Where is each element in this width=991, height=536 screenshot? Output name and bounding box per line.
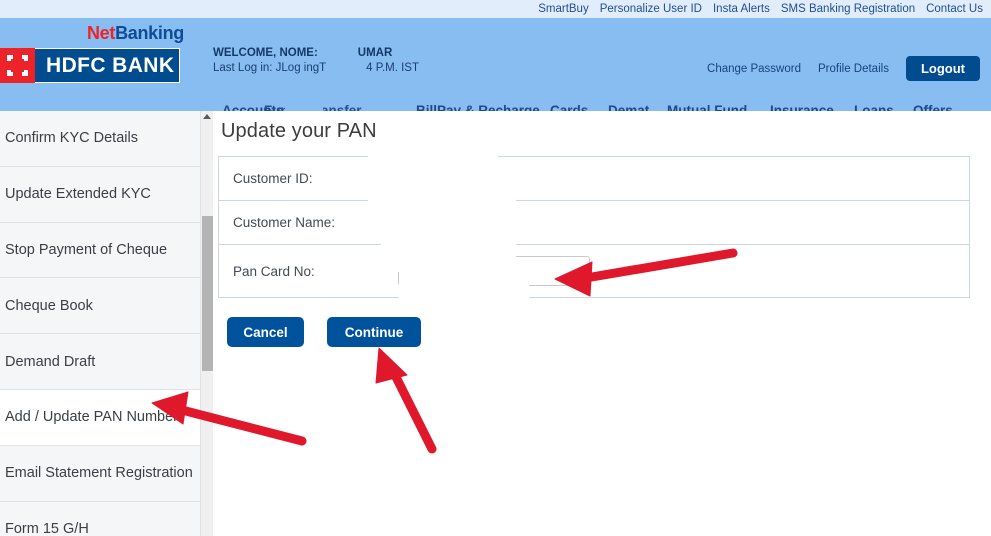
hdfc-bank-name: HDFC BANK	[46, 53, 175, 77]
sidebar-item-label: Update Extended KYC	[5, 186, 151, 203]
customer-name-value: NA	[384, 215, 403, 230]
pan-form-table: Customer ID: Customer Name: NA Pan Card …	[218, 156, 970, 298]
welcome-user-surname: UMAR	[357, 47, 393, 59]
netbanking-banking-text: Banking	[115, 23, 184, 43]
sidebar-item-stop-payment-of-cheque[interactable]: Stop Payment of Cheque	[0, 222, 200, 279]
left-sidebar-menu: Confirm KYC Details Update Extended KYC …	[0, 111, 200, 536]
form-actions: Cancel Continue	[227, 317, 421, 347]
sidebar-item-add-update-pan-number[interactable]: Add / Update PAN Number	[0, 389, 200, 446]
sidebar-item-form-15-gh[interactable]: Form 15 G/H	[0, 501, 200, 536]
logout-button[interactable]: Logout	[905, 56, 980, 81]
sidebar-item-cheque-book[interactable]: Cheque Book	[0, 278, 200, 335]
nav-item-cards[interactable]: Cards	[550, 102, 588, 111]
sidebar-item-label: Demand Draft	[5, 353, 96, 370]
nav-item-loans[interactable]: Loans	[854, 102, 894, 111]
nav-item-funds-transfer[interactable]: Funds Transfer	[264, 102, 362, 111]
nav-item-mutual-fund[interactable]: Mutual Fund	[667, 102, 747, 111]
primary-navigation: Accounts Funds Transfer BillPay & Rechar…	[222, 102, 982, 111]
topbar-link-contact-us[interactable]: Contact Us	[926, 0, 983, 18]
sidebar-item-label: Stop Payment of Cheque	[5, 241, 168, 258]
sidebar-item-email-statement-registration[interactable]: Email Statement Registration	[0, 445, 200, 502]
last-login-text: Last Log in: JLog ingT	[213, 62, 327, 74]
table-row-pan-card-no: Pan Card No: *	[219, 245, 969, 297]
continue-button[interactable]: Continue	[327, 317, 421, 347]
topbar-link-sms-banking-registration[interactable]: SMS Banking Registration	[781, 0, 915, 18]
topbar-link-insta-alerts[interactable]: Insta Alerts	[713, 0, 770, 18]
topbar-link-smartbuy[interactable]: SmartBuy	[538, 0, 589, 18]
hdfc-square-icon	[0, 48, 35, 83]
sidebar-item-label: Email Statement Registration	[5, 465, 193, 482]
last-login-time: 4 P.M. IST	[366, 62, 420, 74]
sidebar-scrollbar[interactable]	[200, 111, 213, 536]
nav-item-offers[interactable]: Offers	[913, 102, 953, 111]
netbanking-net-text: Net	[86, 23, 116, 43]
cancel-button[interactable]: Cancel	[227, 317, 304, 347]
page-title: Update your PAN Number	[221, 120, 455, 142]
scroll-up-arrow-icon[interactable]	[203, 114, 211, 119]
sidebar-item-label: Form 15 G/H	[5, 520, 89, 536]
customer-id-label: Customer ID:	[233, 171, 313, 186]
sidebar-item-demand-draft[interactable]: Demand Draft	[0, 334, 200, 390]
nav-item-billpay-recharge[interactable]: BillPay & Recharge	[416, 102, 540, 111]
hdfc-logo-bar: HDFC BANK	[0, 48, 180, 83]
content-area: Confirm KYC Details Update Extended KYC …	[0, 111, 991, 536]
welcome-line-1: WELCOME, NOME: UMAR	[213, 46, 419, 61]
sidebar-item-label: Add / Update PAN Number	[5, 409, 179, 426]
welcome-line-2: Last Log in: JLog ingT 4 P.M. IST	[213, 61, 419, 76]
sidebar-item-update-extended-kyc[interactable]: Update Extended KYC	[0, 166, 200, 223]
profile-details-link[interactable]: Profile Details	[818, 63, 889, 75]
topbar-link-personalize-user-id[interactable]: Personalize User ID	[600, 0, 702, 18]
sidebar-item-confirm-kyc-details[interactable]: Confirm KYC Details	[0, 111, 200, 167]
pan-card-no-label: Pan Card No:	[233, 263, 315, 279]
hdfc-logo[interactable]: NetBanking HDFC BANK	[0, 23, 192, 91]
welcome-user-text: WELCOME, NOME:	[213, 47, 318, 59]
sidebar-item-label: Confirm KYC Details	[5, 130, 138, 147]
netbanking-wordmark: NetBanking	[87, 23, 184, 44]
header-actions: Change Password Profile Details Logout	[707, 56, 980, 81]
customer-name-label: Customer Name:	[233, 215, 336, 230]
pan-card-input[interactable]	[398, 256, 590, 286]
nav-item-demat[interactable]: Demat	[608, 102, 649, 111]
nav-item-insurance[interactable]: Insurance	[770, 102, 834, 111]
scrollbar-thumb[interactable]	[202, 216, 213, 371]
main-panel: Update your PAN Number Customer ID: Cust…	[213, 111, 991, 536]
sidebar-item-label: Cheque Book	[5, 297, 93, 314]
table-row-customer-id: Customer ID:	[219, 157, 969, 201]
utility-topbar: SmartBuy Personalize User ID Insta Alert…	[0, 0, 991, 18]
netbanking-page: SmartBuy Personalize User ID Insta Alert…	[0, 0, 991, 536]
change-password-link[interactable]: Change Password	[707, 63, 801, 75]
table-row-customer-name: Customer Name: NA	[219, 201, 969, 245]
required-asterisk-icon: *	[384, 263, 390, 279]
welcome-block: WELCOME, NOME: UMAR Last Log in: JLog ing…	[213, 46, 419, 76]
site-header: NetBanking HDFC BANK WELCOME, NOME: UMAR …	[0, 18, 991, 111]
